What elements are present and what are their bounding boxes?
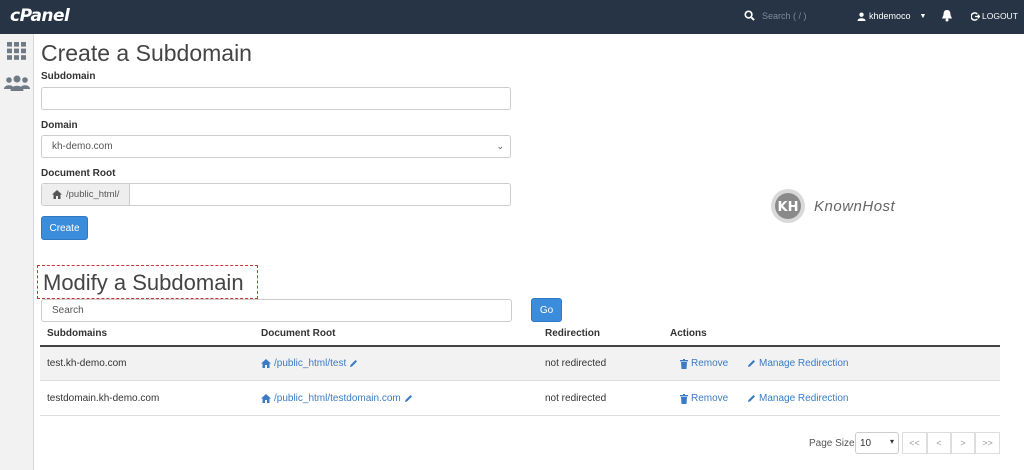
pager-first[interactable]: <<	[902, 432, 927, 454]
remove-link[interactable]: Remove	[680, 393, 728, 404]
domain-select-value: kh-demo.com	[52, 141, 113, 152]
pencil-icon	[748, 360, 755, 367]
top-bar: cPanel Search ( / ) khdemoco ▼ LOGOUT	[0, 0, 1024, 34]
page-size-label: Page Size	[809, 438, 855, 449]
manage-redirection-label: Manage Redirection	[759, 393, 849, 404]
global-search[interactable]: Search ( / )	[744, 10, 807, 21]
docroot-link[interactable]: /public_html/test	[261, 358, 358, 369]
domain-label: Domain	[41, 120, 78, 131]
home-icon	[261, 359, 271, 368]
trash-icon	[680, 393, 688, 404]
document-root-prefix-text: /public_html/	[66, 189, 120, 200]
username: khdemoco	[869, 11, 911, 21]
knownhost-logo: KH KnownHost	[770, 188, 895, 224]
domain-select[interactable]: kh-demo.com ⌄	[41, 135, 511, 158]
modify-section-highlight: Modify a Subdomain	[37, 265, 258, 299]
col-subdomains[interactable]: Subdomains	[47, 328, 107, 339]
subdomain-search-input[interactable]: Search	[41, 299, 512, 322]
subdomain-cell: test.kh-demo.com	[47, 358, 127, 369]
bell-icon	[942, 10, 952, 22]
subdomain-input[interactable]	[41, 87, 511, 110]
subdomain-cell: testdomain.kh-demo.com	[47, 393, 160, 404]
table-row: testdomain.kh-demo.com /public_html/test…	[40, 382, 1000, 416]
modify-title: Modify a Subdomain	[43, 270, 244, 295]
remove-label: Remove	[691, 358, 729, 369]
col-document-root[interactable]: Document Root	[261, 328, 335, 339]
knownhost-badge-icon: KH	[771, 189, 805, 223]
home-icon	[261, 394, 271, 403]
caret-down-icon: ▼	[919, 12, 927, 20]
pencil-icon[interactable]	[349, 359, 358, 368]
subdomain-label: Subdomain	[41, 71, 96, 82]
create-button[interactable]: Create	[41, 216, 88, 240]
trash-icon	[680, 358, 688, 369]
redirection-cell: not redirected	[545, 358, 607, 369]
docroot-text: /public_html/testdomain.com	[274, 393, 401, 404]
search-icon	[744, 10, 755, 21]
pencil-icon	[748, 395, 755, 402]
col-actions: Actions	[670, 328, 707, 339]
page-title: Create a Subdomain	[41, 40, 252, 66]
document-root-label: Document Root	[41, 168, 116, 179]
cpanel-logo[interactable]: cPanel	[10, 6, 70, 26]
logout-label: LOGOUT	[982, 11, 1018, 21]
main-content: Create a Subdomain Subdomain Domain kh-d…	[34, 34, 1024, 470]
knownhost-text: KnownHost	[814, 197, 896, 215]
remove-link[interactable]: Remove	[680, 358, 728, 369]
logout-icon	[971, 11, 980, 21]
pager-last[interactable]: >>	[975, 432, 1000, 454]
home-icon	[52, 190, 62, 199]
manage-redirection-link[interactable]: Manage Redirection	[747, 358, 849, 369]
sidebar	[0, 34, 34, 470]
user-icon	[857, 12, 866, 21]
col-redirection[interactable]: Redirection	[545, 328, 600, 339]
manage-redirection-label: Manage Redirection	[759, 358, 849, 369]
chevron-down-icon: ⌄	[496, 141, 504, 151]
table-row: test.kh-demo.com /public_html/test not r…	[40, 347, 1000, 381]
pager-prev[interactable]: <	[927, 432, 951, 454]
pencil-icon[interactable]	[404, 394, 413, 403]
logout-button[interactable]: LOGOUT	[971, 11, 1018, 21]
document-root-prefix: /public_html/	[42, 184, 130, 205]
docroot-link[interactable]: /public_html/testdomain.com	[261, 393, 413, 404]
document-root-group: /public_html/	[41, 183, 511, 206]
chevron-down-icon: ▾	[889, 437, 894, 446]
manage-redirection-link[interactable]: Manage Redirection	[747, 393, 849, 404]
page-size-value: 10	[860, 437, 872, 449]
docroot-text: /public_html/test	[274, 358, 347, 369]
remove-label: Remove	[691, 393, 729, 404]
pager-next[interactable]: >	[951, 432, 975, 454]
go-button[interactable]: Go	[531, 298, 562, 322]
knownhost-badge-text: KH	[778, 200, 799, 215]
page-size-select[interactable]: 10 ▾	[855, 432, 899, 454]
notifications-button[interactable]	[941, 9, 953, 27]
sidebar-item-users[interactable]	[4, 74, 30, 97]
user-menu[interactable]: khdemoco ▼	[857, 11, 926, 21]
sidebar-item-tools[interactable]	[7, 42, 26, 65]
global-search-input[interactable]: Search ( / )	[762, 11, 807, 21]
apps-grid-icon	[7, 42, 26, 60]
users-icon	[4, 75, 30, 91]
redirection-cell: not redirected	[545, 393, 607, 404]
